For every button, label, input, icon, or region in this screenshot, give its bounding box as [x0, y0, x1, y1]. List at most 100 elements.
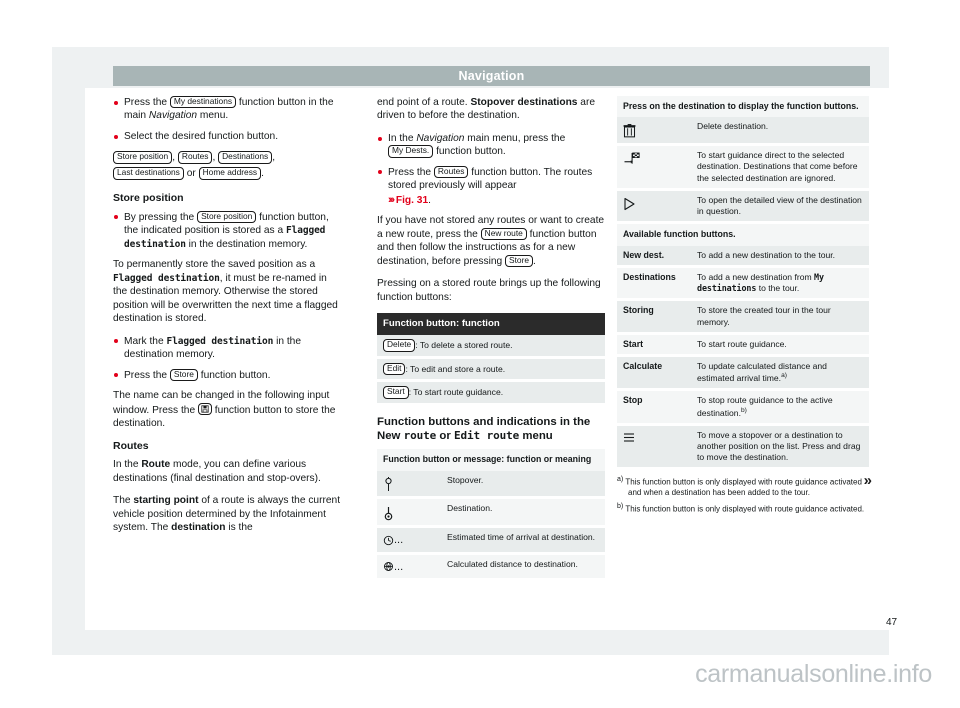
term-edit-route: Edit route — [453, 428, 520, 442]
table-cell-text: Destination. — [441, 499, 605, 526]
table-cell-text: Estimated time of arrival at destination… — [441, 528, 605, 552]
store-disk-icon[interactable] — [197, 402, 212, 416]
three-column-layout: Press the My destinations function butto… — [113, 96, 872, 616]
function-button-new-route[interactable]: New route — [480, 227, 527, 241]
term-route: route — [403, 428, 437, 442]
function-button-store-position[interactable]: Store position — [113, 151, 173, 164]
table-row: ... Calculated distance to destination. — [377, 554, 605, 578]
bullet-press-store: Press the Store function button. — [113, 368, 341, 382]
column-left: Press the My destinations function butto… — [113, 96, 341, 544]
table-header-row: Function button or message: function or … — [377, 449, 605, 471]
trash-icon — [617, 117, 691, 144]
table-cell-text: : To edit and store a route. — [405, 363, 506, 374]
play-triangle-icon — [617, 190, 691, 222]
table-row: Storing To store the created tour in the… — [617, 301, 869, 332]
table-cell-key[interactable]: New dest. — [617, 245, 691, 266]
footnote-b: b) This function button is only displaye… — [617, 502, 869, 515]
function-button-start[interactable]: Start — [383, 386, 409, 399]
function-button-list: Store position, Routes, Destinations, Las… — [113, 150, 341, 182]
table-header-cell: Function button or message: function or … — [377, 449, 605, 471]
footnote-text: This function button is only displayed w… — [625, 504, 865, 514]
text: in the destination memory. — [185, 238, 308, 250]
menu-name: Navigation — [148, 110, 198, 122]
table-row: Start: To start route guidance. — [377, 382, 605, 403]
table-row: Stopover. — [377, 470, 605, 497]
function-button-destinations[interactable]: Destinations — [218, 151, 273, 164]
clock-icon: ... — [377, 528, 441, 552]
table-cell-key[interactable]: Storing — [617, 301, 691, 332]
function-button-home-address[interactable]: Home address — [198, 167, 262, 180]
figure-reference[interactable]: Fig. 31 — [396, 195, 428, 206]
text: To permanently store the saved position … — [113, 259, 316, 271]
text: Press the — [124, 369, 170, 381]
table-cell-text: To store the created tour in the tour me… — [691, 301, 869, 332]
table-function-button-or-message: Function button or message: function or … — [377, 449, 605, 578]
table-cell-text: : To delete a stored route. — [415, 340, 513, 351]
table-cell-key[interactable]: Stop — [617, 391, 691, 423]
text: function button. — [197, 369, 271, 381]
paragraph-starting-point: The starting point of a route is always … — [113, 494, 341, 534]
table-row: Destination. — [377, 499, 605, 526]
text: By pressing the — [124, 211, 198, 223]
footnote-ref-a: a) — [781, 372, 787, 380]
function-button-store-2[interactable]: Store — [505, 254, 534, 267]
text-or: or — [186, 168, 196, 180]
table-header-cell: Press on the destination to display the … — [617, 96, 869, 118]
column-middle: end point of a route. Stopover destinati… — [377, 96, 605, 586]
table-cell-text: : To start route guidance. — [408, 387, 504, 398]
function-button-routes-2[interactable]: Routes — [433, 165, 469, 179]
text: Mark the — [124, 335, 167, 347]
bullet-by-pressing-store-position: By pressing the Store position function … — [113, 210, 341, 252]
footnote-marker: b) — [617, 502, 624, 510]
term-starting-point: starting point — [133, 495, 199, 507]
function-button-store[interactable]: Store — [169, 368, 198, 382]
table-row: To open the detailed view of the destina… — [617, 190, 869, 222]
table-cell-key[interactable]: Start — [617, 334, 691, 355]
table-cell-text: To add a new destination to the tour. — [691, 245, 869, 266]
table-row: New dest. To add a new destination to th… — [617, 245, 869, 266]
table-cell-text: To add a new destination from — [697, 272, 815, 283]
function-button-my-destinations[interactable]: My destinations — [169, 96, 237, 109]
checkered-flag-icon — [617, 146, 691, 188]
footnote-a: a) This function button is only displaye… — [617, 475, 869, 499]
table-cell-text: To start route guidance. — [691, 334, 869, 355]
text: is the — [225, 522, 253, 534]
bullet-select-function-button: Select the desired function button. — [113, 130, 341, 143]
function-button-store-position-2[interactable]: Store position — [197, 210, 257, 224]
table-header-row: Function button: function — [377, 312, 605, 336]
table-cell-key[interactable]: Destinations — [617, 268, 691, 299]
table-row: ... Estimated time of arrival at destina… — [377, 528, 605, 552]
bullet-navigation-main-menu: In the Navigation main menu, press the M… — [377, 132, 605, 159]
column-right: Press on the destination to display the … — [617, 96, 872, 517]
table-cell-text: To start guidance direct to the selected… — [691, 146, 869, 188]
function-button-edit[interactable]: Edit — [383, 362, 406, 376]
table-row: To start guidance direct to the selected… — [617, 146, 869, 188]
bullet-mark-flagged-destination: Mark the Flagged destination in the dest… — [113, 335, 341, 362]
table-cell-text: to the tour. — [756, 283, 800, 294]
term-stopover-destinations: Stopover destinations — [470, 97, 578, 108]
footnote-marker: a) — [617, 476, 624, 484]
table-cell-text: To stop route guidance to the active des… — [697, 395, 833, 418]
term-flagged-destination-2: Flagged destination — [113, 272, 220, 284]
paragraph-route-mode: In the Route mode, you can define variou… — [113, 458, 341, 485]
bullet-press-my-destinations: Press the My destinations function butto… — [113, 96, 341, 123]
text: end point of a route. — [377, 97, 471, 108]
table-row: Edit: To edit and store a route. — [377, 358, 605, 380]
function-button-last-destinations[interactable]: Last destinations — [113, 167, 184, 180]
table-row: Stop To stop route guidance to the activ… — [617, 391, 869, 423]
drag-handle-icon[interactable] — [617, 425, 691, 468]
table-cell-key[interactable]: Calculate — [617, 357, 691, 389]
term-flagged-destination-3: Flagged destination — [166, 335, 274, 347]
table-row: Delete: To delete a stored route. — [377, 335, 605, 356]
stopover-pin-icon — [377, 470, 441, 497]
function-button-delete[interactable]: Delete — [383, 339, 416, 352]
table-cell-text: Delete destination. — [691, 117, 869, 144]
function-button-my-dests[interactable]: My Dests. — [388, 145, 434, 158]
term-destination: destination — [171, 522, 226, 534]
text: . — [533, 255, 536, 267]
function-button-routes[interactable]: Routes — [177, 151, 213, 164]
destination-pin-icon — [377, 499, 441, 526]
table-cell-text: To update calculated distance and estima… — [697, 361, 827, 384]
text: main menu, press the — [464, 132, 566, 144]
page-title: Navigation — [458, 69, 525, 83]
